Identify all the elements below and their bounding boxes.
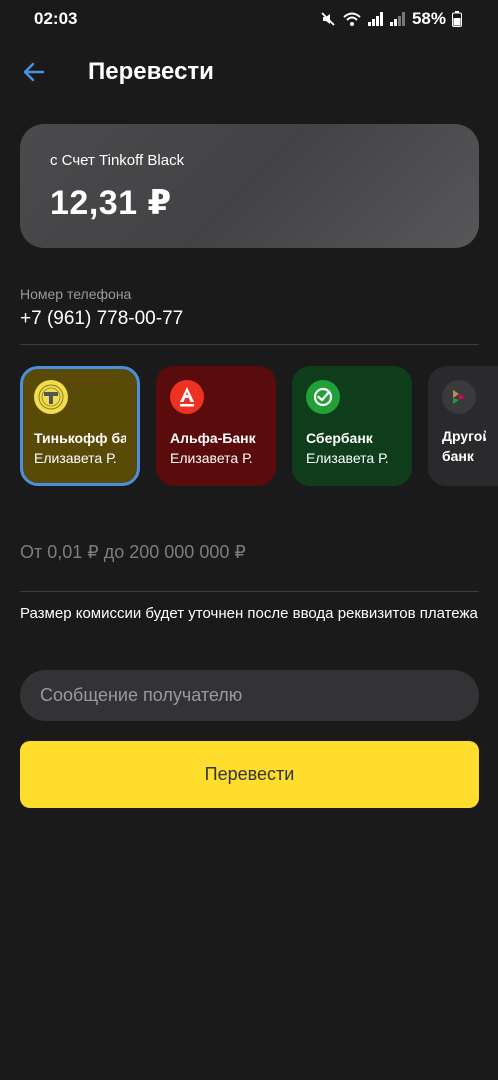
commission-note: Размер комиссии будет уточнен после ввод… xyxy=(20,605,478,622)
phone-field[interactable]: Номер телефона +7 (961) 778-00-77 xyxy=(20,286,479,345)
signal-icon xyxy=(367,12,384,26)
status-bar: 02:03 58% xyxy=(0,0,498,38)
page-title: Перевести xyxy=(88,58,214,85)
bank-name: Другой банк xyxy=(442,428,486,464)
phone-divider xyxy=(20,344,479,345)
bank-holder: Елизавета Р. xyxy=(306,450,389,466)
sber-logo-icon xyxy=(306,380,340,414)
message-input[interactable] xyxy=(20,670,479,721)
phone-label: Номер телефона xyxy=(20,286,132,302)
battery-icon xyxy=(452,11,462,27)
mute-icon xyxy=(320,11,336,27)
account-balance: 12,31 ₽ xyxy=(50,184,172,222)
tinkoff-logo-icon xyxy=(34,380,68,414)
bank-holder: Елизавета Р. xyxy=(34,450,117,466)
status-time: 02:03 xyxy=(34,9,78,28)
bank-card-alfa[interactable]: Альфа-Банк Елизавета Р. xyxy=(156,366,276,486)
arrow-left-icon xyxy=(23,62,45,82)
bank-card-tinkoff[interactable]: Тинькофф банк Елизавета Р. xyxy=(20,366,140,486)
bank-card-sber[interactable]: Сбербанк Елизавета Р. xyxy=(292,366,412,486)
wifi-icon xyxy=(342,11,362,27)
bank-holder: Елизавета Р. xyxy=(170,450,253,466)
bank-selector: Тинькофф банк Елизавета Р. Альфа-Банк Ел… xyxy=(20,366,498,486)
account-label: с Счет Tinkoff Black xyxy=(50,152,185,169)
sbp-logo-icon xyxy=(442,380,476,414)
phone-value: +7 (961) 778-00-77 xyxy=(20,308,184,329)
status-icons: 58% xyxy=(320,9,462,29)
amount-divider xyxy=(20,591,479,592)
signal-icon-2 xyxy=(389,12,406,26)
amount-limits: От 0,01 ₽ до 200 000 000 ₽ xyxy=(20,542,246,562)
bank-name: Тинькофф банк xyxy=(34,430,126,446)
top-bar: Перевести xyxy=(0,50,498,94)
source-account-card[interactable]: с Счет Tinkoff Black 12,31 ₽ xyxy=(20,124,479,248)
bank-name: Альфа-Банк xyxy=(170,430,256,446)
back-button[interactable] xyxy=(12,50,56,94)
battery-level: 58% xyxy=(411,9,446,28)
transfer-button[interactable]: Перевести xyxy=(20,741,479,808)
bank-name: Сбербанк xyxy=(306,430,373,446)
alfa-logo-icon xyxy=(170,380,204,414)
bank-card-other[interactable]: Другой банк xyxy=(428,366,498,486)
